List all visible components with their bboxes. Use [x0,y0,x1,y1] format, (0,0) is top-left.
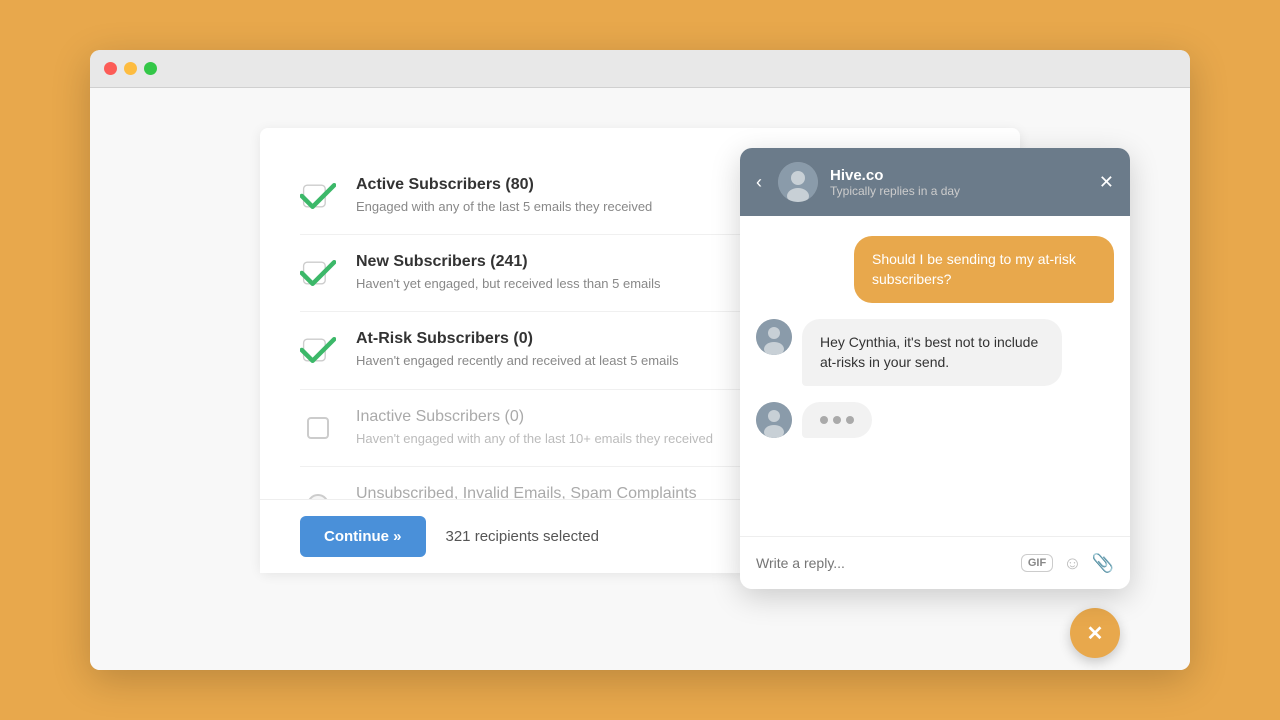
agent-avatar [756,319,792,355]
minimize-traffic-light[interactable] [124,62,137,75]
incoming-bubble: Hey Cynthia, it's best not to include at… [802,319,1062,386]
chat-status: Typically replies in a day [830,184,1087,198]
titlebar [90,50,1190,88]
maximize-traffic-light[interactable] [144,62,157,75]
chat-name: Hive.co [830,167,1087,184]
chat-close-icon[interactable]: ✕ [1099,172,1114,193]
typing-bubble [802,402,872,438]
typing-dot-1 [820,416,828,424]
typing-indicator [756,402,1114,438]
incoming-message: Hey Cynthia, it's best not to include at… [756,319,1114,386]
browser-window: Active Subscribers (80) Engaged with any… [90,50,1190,670]
recipients-count: 321 recipients selected [446,528,599,545]
attachment-icon[interactable]: 📎 [1092,553,1114,574]
checkbox-new[interactable] [300,255,336,291]
traffic-lights [104,62,157,75]
chat-header: ‹ Hive.co Typically replies in a day ✕ [740,148,1130,216]
chat-header-info: Hive.co Typically replies in a day [830,167,1087,198]
chat-footer: GIF ☺ 📎 [740,536,1130,589]
typing-dot-3 [846,416,854,424]
chat-close-fab[interactable]: ✕ [1070,608,1120,658]
chat-back-icon[interactable]: ‹ [756,172,762,193]
chat-body: Should I be sending to my at-risk subscr… [740,216,1130,536]
outgoing-message: Should I be sending to my at-risk subscr… [756,236,1114,303]
checkbox-inactive[interactable] [300,410,336,446]
close-traffic-light[interactable] [104,62,117,75]
checkbox-active[interactable] [300,178,336,214]
chat-widget: ‹ Hive.co Typically replies in a day ✕ [740,148,1130,589]
browser-content: Active Subscribers (80) Engaged with any… [90,88,1190,670]
chat-avatar [778,162,818,202]
outgoing-bubble: Should I be sending to my at-risk subscr… [854,236,1114,303]
gif-button[interactable]: GIF [1021,554,1053,572]
continue-button[interactable]: Continue » [300,516,426,557]
agent-avatar-typing [756,402,792,438]
emoji-icon[interactable]: ☺ [1063,553,1081,574]
reply-input[interactable] [756,549,1011,577]
typing-dot-2 [833,416,841,424]
fab-x-icon: ✕ [1087,621,1104,646]
chat-footer-icons: GIF ☺ 📎 [1021,553,1114,574]
checkbox-at-risk[interactable] [300,332,336,368]
